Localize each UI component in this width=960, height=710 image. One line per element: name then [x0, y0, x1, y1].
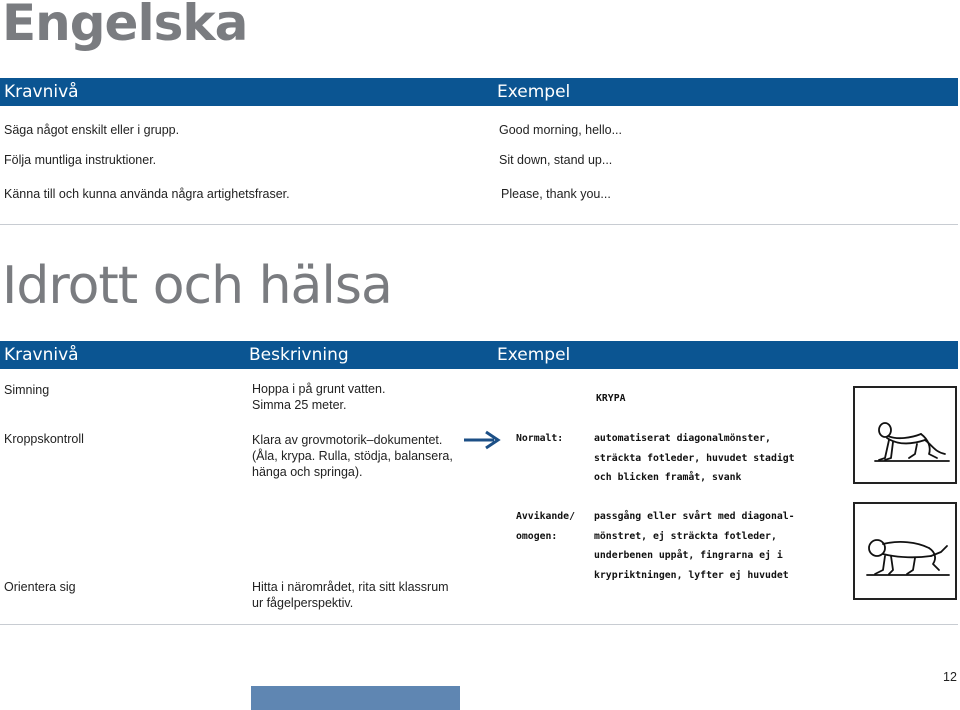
example-normal-line: sträckta fotleder, huvudet stadigt — [594, 453, 795, 464]
idrott-level-simning: Simning — [4, 383, 50, 397]
idrott-header-level: Kravnivå — [4, 345, 79, 365]
crawl-immature-illustration — [853, 502, 957, 600]
example-deviant-line: underbenen uppåt, fingrarna ej i — [594, 550, 783, 561]
idrott-header-example: Exempel — [497, 345, 571, 365]
example-normal-line: automatiserat diagonalmönster, — [594, 433, 771, 444]
desc-line: Simma 25 meter. — [252, 398, 347, 412]
desc-line: ur fågelperspektiv. — [252, 596, 354, 610]
engelska-example-1: Good morning, hello... — [499, 123, 622, 137]
desc-line: hänga och springa). — [252, 465, 363, 479]
arrow-right-icon — [464, 430, 501, 450]
idrott-level-kroppskontroll: Kroppskontroll — [4, 432, 84, 446]
idrott-desc-simning: Hoppa i på grunt vatten. Simma 25 meter. — [252, 381, 385, 413]
engelska-header-bar: Kravnivå Exempel — [0, 78, 958, 106]
example-deviant-line: passgång eller svårt med diagonal- — [594, 511, 795, 522]
engelska-level-1: Säga något enskilt eller i grupp. — [4, 123, 180, 137]
example-heading: KRYPA — [596, 393, 626, 404]
desc-line: Hoppa i på grunt vatten. — [252, 382, 386, 396]
page-number: 12 — [943, 670, 957, 684]
idrott-desc-kroppskontroll: Klara av grovmotorik–dokumentet. (Åla, k… — [252, 432, 453, 480]
desc-line: Klara av grovmotorik–dokumentet. — [252, 433, 443, 447]
example-deviant-label: Avvikande/ — [516, 511, 575, 522]
engelska-level-2: Följa muntliga instruktioner. — [4, 153, 157, 167]
idrott-level-orientera: Orientera sig — [4, 580, 76, 594]
engelska-header-level: Kravnivå — [4, 82, 79, 102]
engelska-header-example: Exempel — [497, 82, 571, 102]
section-title-idrott: Idrott och hälsa — [2, 256, 393, 316]
desc-line: Hitta i närområdet, rita sitt klassrum — [252, 580, 449, 594]
idrott-header-description: Beskrivning — [249, 345, 349, 365]
crawling-child-icon — [874, 422, 950, 462]
example-deviant-label: omogen: — [516, 531, 558, 542]
example-normal-line: och blicken framåt, svank — [594, 472, 742, 483]
idrott-desc-orientera: Hitta i närområdet, rita sitt klassrum u… — [252, 579, 449, 611]
section-title-engelska: Engelska — [2, 0, 248, 52]
crawling-child-icon — [866, 539, 950, 576]
engelska-example-2: Sit down, stand up... — [499, 153, 613, 167]
engelska-level-3: Känna till och kunna använda några artig… — [4, 187, 290, 201]
table-bottom-rule — [0, 624, 958, 625]
idrott-header-bar: Kravnivå Beskrivning Exempel — [0, 341, 958, 369]
example-normal-label: Normalt: — [516, 433, 564, 444]
desc-line: (Åla, krypa. Rulla, stödja, balansera, — [252, 449, 453, 463]
crawl-normal-illustration — [853, 386, 957, 484]
section-divider — [0, 224, 958, 225]
footer-color-block — [251, 686, 460, 710]
engelska-example-3: Please, thank you... — [501, 187, 611, 201]
example-deviant-line: krypriktningen, lyfter ej huvudet — [594, 570, 789, 581]
example-document-scan: KRYPA Normalt: automatiserat diagonalmön… — [512, 380, 958, 615]
example-deviant-line: mönstret, ej sträckta fotleder, — [594, 531, 777, 542]
